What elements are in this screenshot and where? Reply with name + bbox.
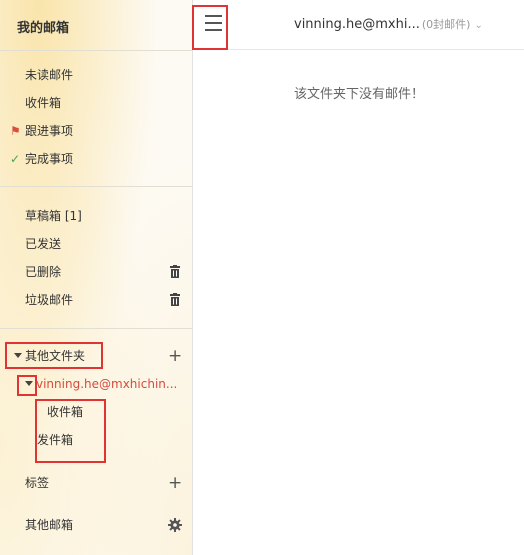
sidebar-item-unread[interactable]: 未读邮件 (25, 64, 73, 86)
plus-icon[interactable]: + (168, 345, 182, 367)
divider (0, 186, 193, 187)
sidebar-item-other-mailboxes[interactable]: 其他邮箱 (25, 514, 73, 536)
chevron-down-icon: ⌄ (474, 20, 483, 31)
empty-folder-message: 该文件夹下没有邮件！ (293, 87, 424, 102)
trash-icon[interactable] (168, 293, 182, 307)
sidebar-item-drafts[interactable]: 草稿箱 [1] (25, 205, 82, 227)
sidebar-item-spam[interactable]: 垃圾邮件 (25, 289, 73, 311)
top-bar: vinning.he@mxhi... (0封邮件) ⌄ (194, 0, 524, 50)
sidebar-item-tags[interactable]: 标签 (25, 472, 49, 494)
sidebar-item-account[interactable]: vinning.he@mxhichin... (36, 373, 177, 395)
mail-count: (0封邮件) (421, 18, 471, 31)
account-selector[interactable]: vinning.he@mxhi... (0封邮件) ⌄ (294, 16, 483, 32)
sidebar: 我的邮箱 未读邮件 收件箱 ⚑ 跟进事项 ✓ 完成事项 草稿箱 [1] 已发送 … (0, 0, 193, 555)
sidebar-item-inbox[interactable]: 收件箱 (25, 92, 61, 114)
sidebar-subitem-outbox[interactable]: 发件箱 (37, 429, 73, 451)
hamburger-menu-icon[interactable] (205, 15, 222, 31)
sidebar-title: 我的邮箱 (17, 21, 70, 36)
gear-icon[interactable] (168, 518, 182, 532)
flag-icon: ⚑ (10, 124, 21, 138)
caret-down-icon[interactable] (14, 353, 22, 358)
sidebar-item-followup[interactable]: 跟进事项 (25, 120, 73, 142)
sidebar-subitem-inbox[interactable]: 收件箱 (47, 401, 83, 423)
caret-down-icon[interactable] (25, 381, 33, 386)
sidebar-item-completed[interactable]: 完成事项 (25, 148, 73, 170)
account-name: vinning.he@mxhi... (294, 17, 420, 32)
divider (0, 328, 193, 329)
plus-icon[interactable]: + (168, 472, 182, 494)
sidebar-item-other-folders[interactable]: 其他文件夹 (25, 345, 85, 367)
sidebar-item-sent[interactable]: 已发送 (25, 233, 61, 255)
sidebar-item-deleted[interactable]: 已删除 (25, 261, 61, 283)
check-icon: ✓ (10, 152, 21, 166)
divider (0, 50, 193, 51)
trash-icon[interactable] (168, 265, 182, 279)
